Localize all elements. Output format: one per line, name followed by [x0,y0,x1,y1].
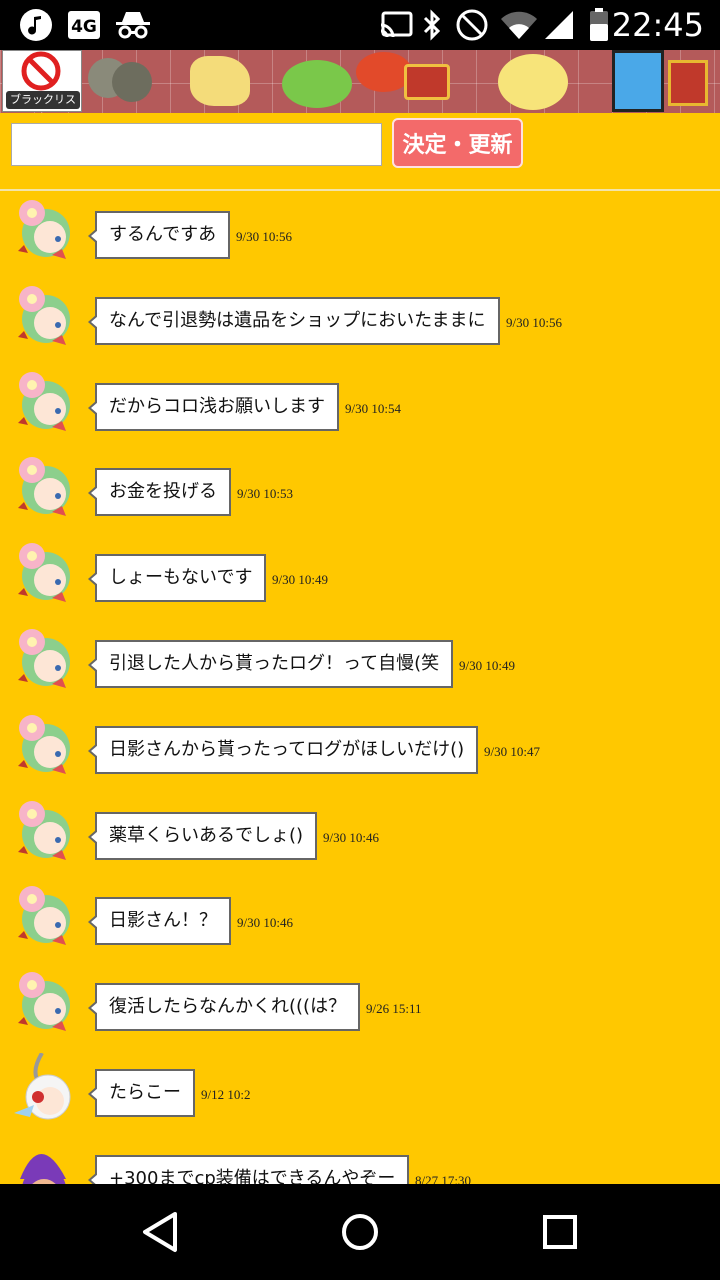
battery-icon [588,8,610,42]
music-note-icon [18,8,54,42]
message-bubble: お金を投げる [88,468,231,516]
message-timestamp: 9/30 10:49 [272,572,328,587]
recents-icon[interactable] [525,1202,595,1262]
avatar[interactable] [10,538,76,608]
message-bubble: たらこー [88,1069,195,1117]
message-timestamp: 9/30 10:56 [506,315,562,330]
message-timestamp: 9/30 10:54 [345,401,401,416]
chat-message: 日影さん！？ 9/30 10:46 [0,877,720,963]
chat-message: 薬草くらいあるでしょ() 9/30 10:46 [0,792,720,878]
message-bubble: 復活したらなんかくれ(((は？ [87,983,361,1031]
treasure-chest-sprite [404,64,450,100]
input-bar: 決定・更新 [0,113,720,191]
avatar[interactable] [10,796,76,866]
message-bubble: 薬草くらいあるでしょ() [87,812,318,860]
message-timestamp: 9/30 10:49 [459,658,515,673]
signal-icon [542,8,576,42]
avatar[interactable] [10,1051,76,1123]
slime-sprite [282,60,352,108]
message-bubble: 引退した人から貰ったログ！って自慢(笑 [87,640,454,688]
status-bar: 4G 22:45 [0,0,720,50]
message-bubble: するんですあ [87,211,231,259]
navigation-bar [0,1184,720,1280]
do-not-disturb-icon [454,8,490,42]
blacklist-label: ブラックリスト [6,91,80,113]
chat-message: +300までcp装備はできるんやぞー 8/27 17:30 [0,1135,720,1184]
mirror-sprite [612,50,664,112]
dog-sprite [498,54,568,110]
avatar[interactable] [10,1139,76,1184]
4g-lte-icon: 4G [66,8,102,42]
blacklist-button[interactable]: ブラックリスト [2,50,82,113]
back-icon[interactable] [125,1202,195,1262]
chat-message: 引退した人から貰ったログ！って自慢(笑 9/30 10:49 [0,620,720,706]
submit-update-button[interactable]: 決定・更新 [392,118,523,168]
avatar[interactable] [10,881,76,951]
status-time: 22:45 [611,6,704,44]
monster-sprite [112,62,152,102]
message-bubble: 日影さん！？ [88,897,231,945]
prohibited-icon [21,51,61,91]
message-timestamp: 9/26 15:11 [366,1001,422,1016]
lion-sprite [190,56,250,106]
chat-message: するんですあ 9/30 10:56 [0,191,720,277]
message-bubble: 日影さんから貰ったってログがほしいだけ() [87,726,479,774]
message-timestamp: 9/30 10:46 [237,915,293,930]
avatar[interactable] [10,710,76,780]
message-timestamp: 9/30 10:46 [323,830,379,845]
message-timestamp: 9/30 10:56 [236,229,292,244]
chat-message: なんで引退勢は遺品をショップにおいたままに 9/30 10:56 [0,277,720,363]
message-bubble: しょーもないです [87,554,267,602]
chat-message: 日影さんから貰ったってログがほしいだけ() 9/30 10:47 [0,706,720,792]
cast-icon [378,8,414,42]
home-icon[interactable] [325,1202,395,1262]
incognito-icon [114,8,152,42]
chat-message: しょーもないです 9/30 10:49 [0,534,720,620]
message-timestamp: 9/12 10:2 [201,1087,251,1102]
message-timestamp: 9/30 10:47 [484,744,540,759]
message-bubble: なんで引退勢は遺品をショップにおいたままに [88,297,500,345]
avatar[interactable] [10,967,76,1037]
chat-message: お金を投げる 9/30 10:53 [0,448,720,534]
message-timestamp: 9/30 10:53 [237,486,293,501]
avatar[interactable] [10,195,76,265]
message-timestamp: 8/27 17:30 [415,1173,471,1184]
chat-message: 復活したらなんかくれ(((は？ 9/26 15:11 [0,963,720,1049]
chat-log: するんですあ 9/30 10:56 なんで引退勢は遺品をショップにおいたままに 9/3… [0,191,720,1184]
bluetooth-icon [420,8,444,42]
game-banner: ブラックリスト [0,50,720,113]
avatar[interactable] [10,281,76,351]
avatar[interactable] [10,624,76,694]
message-input[interactable] [11,123,382,166]
throne-sprite [668,60,708,106]
chat-message: だからコロ浅お願いします 9/30 10:54 [0,363,720,449]
chat-message: たらこー 9/12 10:2 [0,1049,720,1135]
message-bubble: +300までcp装備はできるんやぞー [87,1155,410,1184]
svg-text:4G: 4G [71,17,97,37]
message-bubble: だからコロ浅お願いします [88,383,339,431]
avatar[interactable] [10,452,76,522]
wifi-icon [498,8,540,42]
avatar[interactable] [10,367,76,437]
